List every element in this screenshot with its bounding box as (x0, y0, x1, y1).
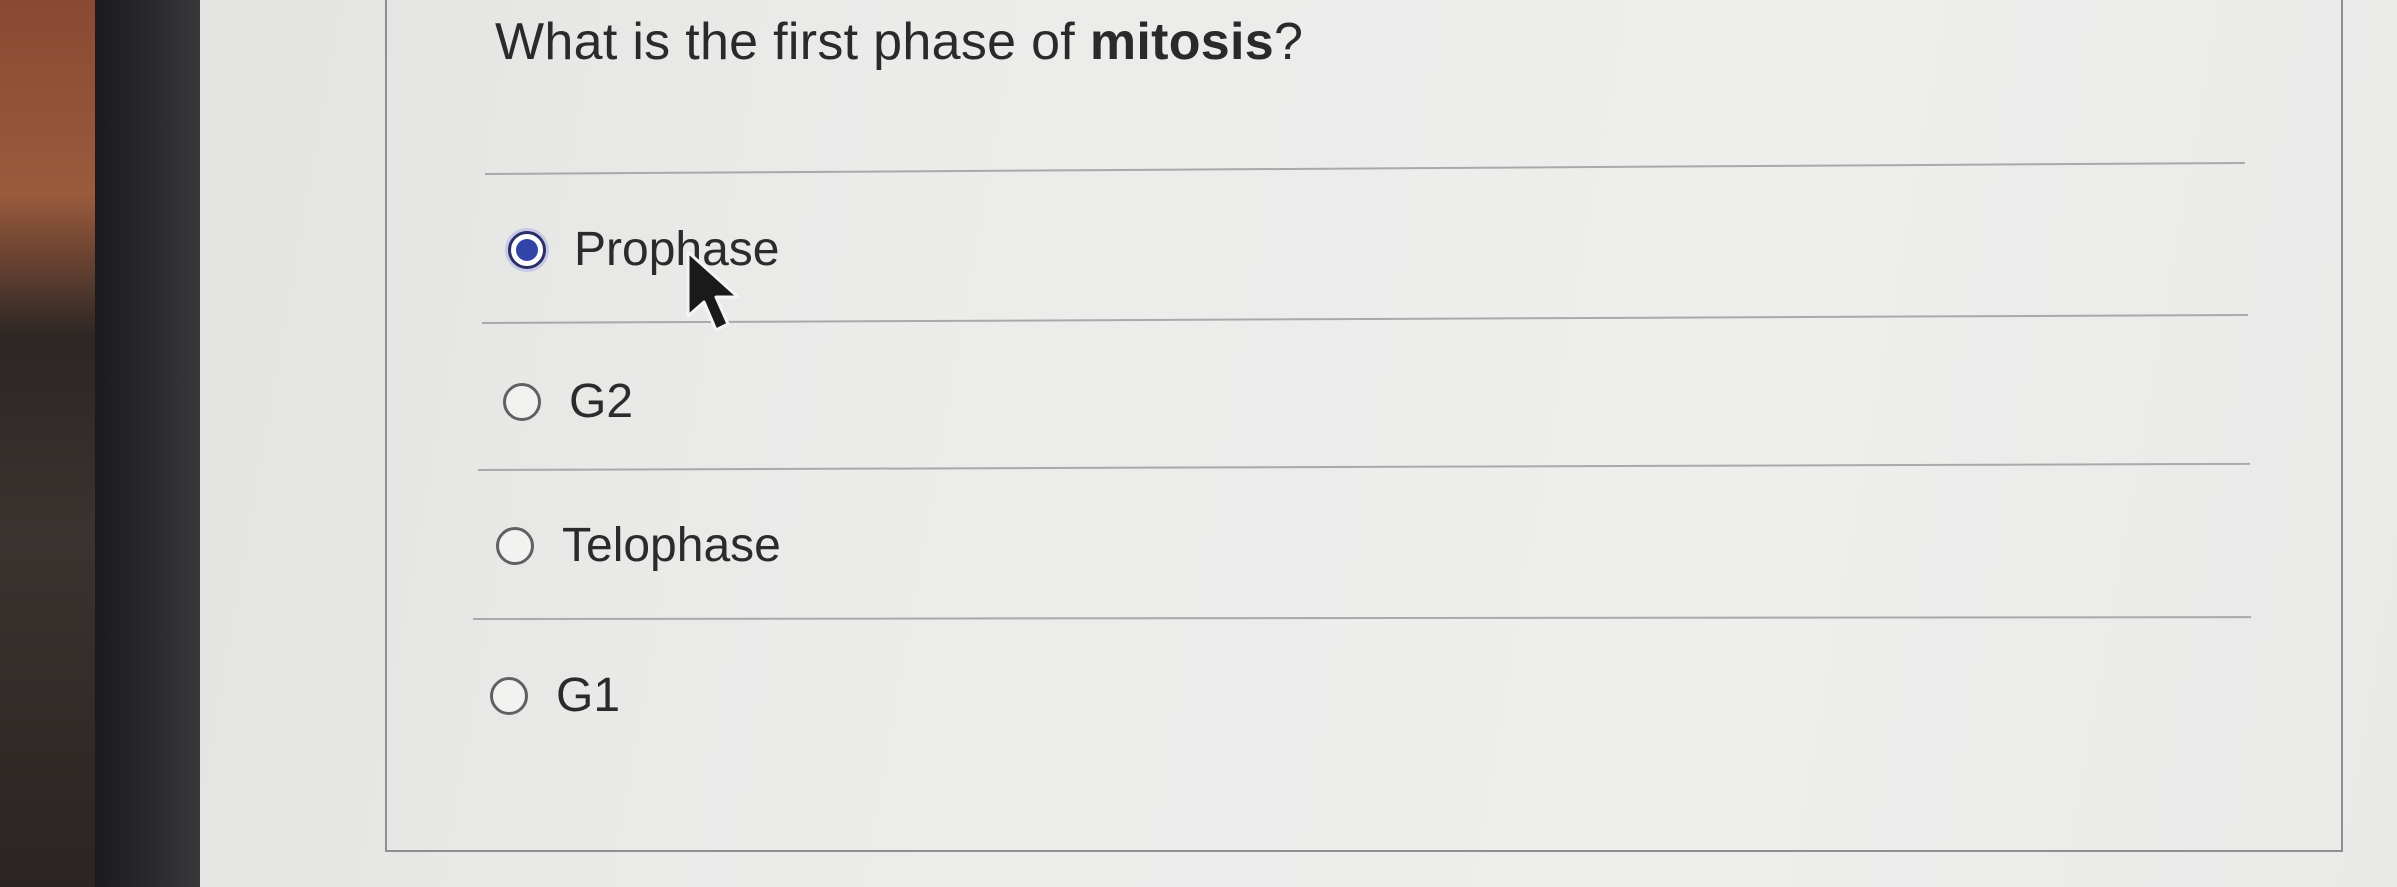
radio-icon[interactable] (503, 382, 541, 421)
radio-icon[interactable] (496, 526, 534, 565)
option-label: Telophase (562, 519, 781, 572)
question-keyword: mitosis (1089, 13, 1274, 71)
radio-selected-icon[interactable] (508, 230, 546, 269)
question-text: What is the first phase of mitosis? (495, 12, 1303, 72)
monitor-bezel (95, 0, 205, 887)
radio-icon[interactable] (490, 676, 528, 715)
question-text-start: What is the first phase of (495, 13, 1090, 71)
option-label: G1 (556, 669, 621, 722)
option-telophase[interactable]: Telophase (496, 518, 781, 573)
option-g2[interactable]: G2 (503, 374, 633, 429)
question-mark: ? (1273, 13, 1304, 71)
option-label: G2 (569, 375, 634, 428)
mouse-pointer-icon (686, 250, 740, 332)
option-g1[interactable]: G1 (490, 668, 620, 723)
question-card (385, 0, 2343, 852)
radio-dot-icon (516, 238, 538, 261)
